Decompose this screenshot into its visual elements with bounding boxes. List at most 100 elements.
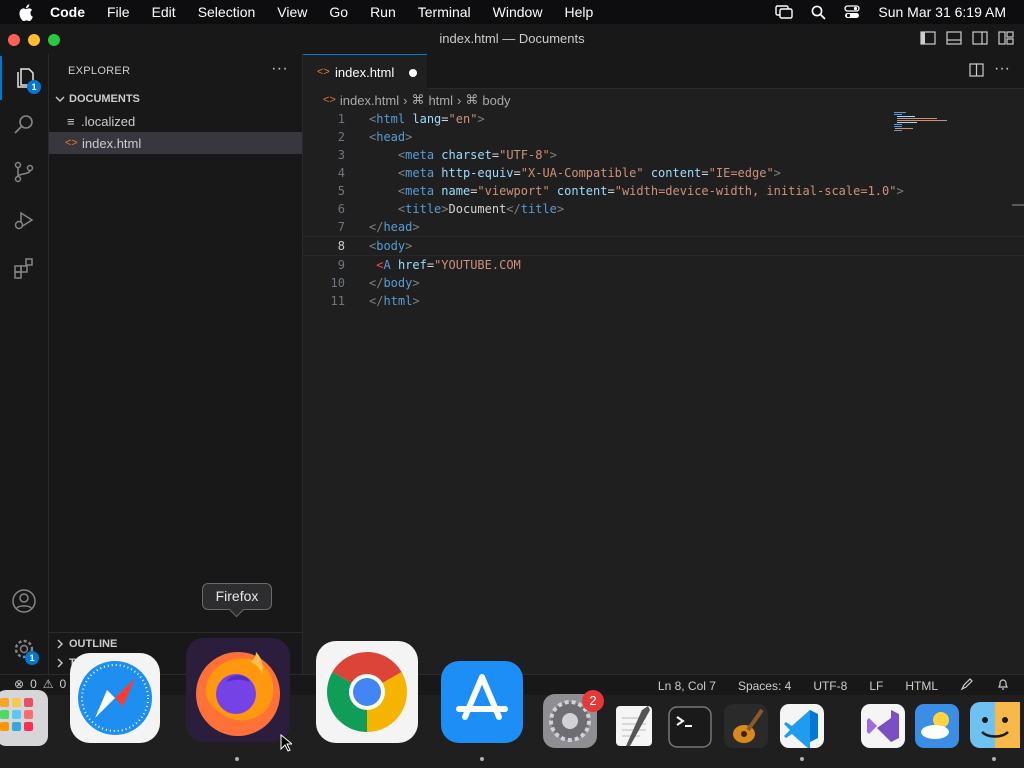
running-indicator-dot bbox=[800, 757, 804, 761]
html-file-icon: <> bbox=[323, 94, 336, 106]
screen-mirroring-icon[interactable] bbox=[775, 5, 794, 19]
chrome-icon[interactable] bbox=[316, 641, 418, 743]
menu-selection[interactable]: Selection bbox=[198, 4, 256, 20]
vscode-icon[interactable] bbox=[780, 704, 824, 750]
explorer-title: EXPLORER bbox=[68, 65, 131, 77]
explorer-badge: 1 bbox=[27, 80, 41, 94]
window-title-bar: index.html — Documents bbox=[0, 24, 1024, 55]
editor-tabs: <> index.html ··· bbox=[303, 54, 1024, 89]
toggle-secondary-sidebar-icon[interactable] bbox=[972, 31, 988, 50]
customize-layout-icon[interactable] bbox=[998, 31, 1014, 50]
html-file-icon: <> bbox=[65, 137, 78, 149]
toggle-panel-icon[interactable] bbox=[946, 31, 962, 50]
settings-badge: 1 bbox=[25, 651, 39, 665]
documents-folder-header[interactable]: DOCUMENTS bbox=[49, 88, 302, 110]
running-indicator-dot bbox=[480, 757, 484, 761]
breadcrumb-body[interactable]: body bbox=[482, 93, 510, 108]
code-line: 6 <title>Document</title> bbox=[337, 202, 565, 216]
documents-folder-label: DOCUMENTS bbox=[69, 93, 140, 105]
file-item-localized[interactable]: ≡ .localized bbox=[49, 110, 302, 132]
code-line: 10 </body> bbox=[330, 276, 420, 290]
system-settings-icon[interactable]: 2 bbox=[543, 690, 604, 748]
extensions-view-button[interactable] bbox=[0, 246, 48, 290]
menu-terminal[interactable]: Terminal bbox=[418, 4, 471, 20]
visual-studio-icon[interactable] bbox=[861, 704, 905, 748]
file-item-index-html[interactable]: <> index.html bbox=[49, 132, 302, 154]
tab-label: index.html bbox=[335, 64, 395, 80]
run-debug-view-button[interactable] bbox=[0, 198, 48, 242]
breadcrumb-file[interactable]: index.html bbox=[340, 93, 399, 108]
code-line: 11 </html> bbox=[330, 294, 420, 308]
menu-run[interactable]: Run bbox=[370, 4, 396, 20]
code-line: 5 <meta name="viewport" content="width=d… bbox=[337, 184, 904, 198]
manage-settings-button[interactable]: 1 bbox=[0, 627, 48, 671]
error-icon: ⊗ bbox=[14, 677, 25, 691]
search-icon bbox=[14, 115, 33, 134]
code-line: 9 <A href="YOUTUBE.COM bbox=[337, 258, 521, 272]
code-line: 3 <meta charset="UTF-8"> bbox=[337, 148, 557, 162]
menu-help[interactable]: Help bbox=[564, 4, 593, 20]
text-file-icon: ≡ bbox=[67, 113, 75, 129]
menu-view[interactable]: View bbox=[277, 4, 307, 20]
minimap[interactable] bbox=[894, 110, 954, 140]
menu-edit[interactable]: Edit bbox=[152, 4, 176, 20]
control-center-icon[interactable] bbox=[844, 5, 861, 19]
dock: 2 bbox=[0, 638, 1024, 768]
warning-icon: ⚠ bbox=[42, 677, 54, 691]
html-file-icon: <> bbox=[317, 66, 330, 78]
apple-menu-icon[interactable] bbox=[18, 3, 38, 21]
file-label: .localized bbox=[81, 113, 136, 129]
breadcrumb-separator-icon: › bbox=[457, 92, 462, 108]
breadcrumb: <> index.html › ⌘ html › ⌘ body bbox=[303, 89, 1024, 111]
finder-icon[interactable] bbox=[970, 702, 1020, 748]
weather-icon[interactable] bbox=[915, 704, 959, 748]
chevron-right-icon bbox=[57, 658, 63, 668]
tab-index-html[interactable]: <> index.html bbox=[303, 54, 427, 89]
explorer-more-actions-icon[interactable]: ··· bbox=[271, 60, 288, 78]
toggle-primary-sidebar-icon[interactable] bbox=[920, 31, 936, 50]
account-icon bbox=[12, 589, 36, 613]
menu-go[interactable]: Go bbox=[329, 4, 348, 20]
menu-window[interactable]: Window bbox=[493, 4, 543, 20]
safari-icon[interactable] bbox=[70, 653, 160, 743]
menubar-clock[interactable]: Sun Mar 31 6:19 AM bbox=[878, 4, 1006, 20]
code-line: 7 </head> bbox=[337, 220, 420, 234]
chevron-down-icon bbox=[55, 96, 65, 102]
code-line-current: 8 <body> bbox=[303, 236, 1024, 256]
accounts-button[interactable] bbox=[0, 579, 48, 623]
run-debug-icon bbox=[14, 211, 34, 230]
app-store-icon[interactable] bbox=[441, 661, 523, 743]
split-editor-icon[interactable] bbox=[969, 63, 984, 82]
explorer-header: EXPLORER ··· bbox=[49, 54, 302, 88]
element-icon: ⌘ bbox=[411, 92, 425, 107]
firefox-icon[interactable] bbox=[186, 638, 290, 742]
chevron-right-icon bbox=[57, 639, 63, 649]
editor-area: <> index.html ··· <> index.html › ⌘ html… bbox=[303, 54, 1024, 674]
running-indicator-dot bbox=[235, 757, 239, 761]
settings-notification-badge: 2 bbox=[582, 690, 604, 712]
source-control-view-button[interactable] bbox=[0, 150, 48, 194]
code-line: 4 <meta http-equiv="X-UA-Compatible" con… bbox=[337, 166, 781, 180]
terminal-icon[interactable] bbox=[668, 706, 712, 748]
explorer-sidebar: EXPLORER ··· DOCUMENTS ≡ .localized <> i… bbox=[49, 54, 306, 674]
app-menu-code[interactable]: Code bbox=[50, 4, 85, 20]
error-count: 0 bbox=[30, 677, 37, 691]
scrollbar-indicator[interactable] bbox=[1012, 204, 1024, 206]
source-control-icon bbox=[14, 161, 34, 183]
search-view-button[interactable] bbox=[0, 102, 48, 146]
problems-indicator[interactable]: ⊗ 0 ⚠ 0 bbox=[14, 677, 66, 691]
outline-label: OUTLINE bbox=[69, 638, 118, 650]
garageband-icon[interactable] bbox=[724, 704, 768, 748]
menu-file[interactable]: File bbox=[107, 4, 130, 20]
file-label: index.html bbox=[82, 135, 142, 151]
explorer-view-button[interactable]: 1 bbox=[0, 56, 48, 100]
editor-more-actions-icon[interactable]: ··· bbox=[994, 60, 1010, 78]
unsaved-dot-icon[interactable] bbox=[409, 69, 417, 77]
launchpad-icon[interactable] bbox=[0, 690, 48, 746]
textedit-icon[interactable] bbox=[612, 704, 656, 748]
menu-bar: Code File Edit Selection View Go Run Ter… bbox=[0, 0, 1024, 24]
activity-bar: 1 1 bbox=[0, 54, 49, 674]
breadcrumb-html[interactable]: html bbox=[428, 93, 453, 108]
spotlight-search-icon[interactable] bbox=[811, 5, 826, 20]
warning-count: 0 bbox=[59, 677, 67, 691]
